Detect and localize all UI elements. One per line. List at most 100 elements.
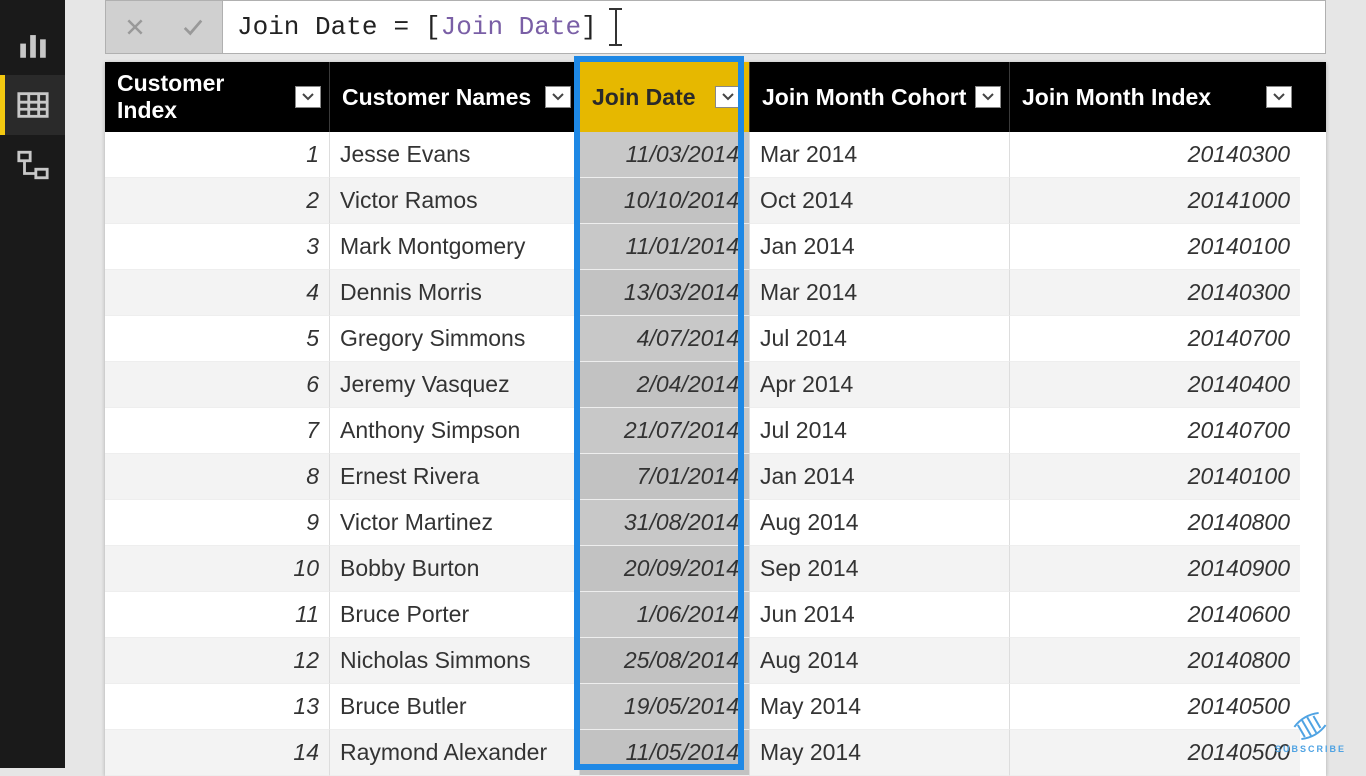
cell-join-month-cohort: Jan 2014 — [750, 224, 1010, 270]
subscribe-watermark: SUBSCRIBE — [1275, 711, 1346, 754]
cell-join-date: 2/04/2014 — [580, 362, 750, 408]
formula-measure-name: Join Date — [237, 12, 377, 42]
report-view-button[interactable] — [0, 15, 65, 75]
close-icon — [125, 17, 145, 37]
cell-customer-index: 6 — [105, 362, 330, 408]
cell-join-month-cohort: Oct 2014 — [750, 178, 1010, 224]
table-row[interactable]: 12Nicholas Simmons25/08/2014Aug 20142014… — [105, 638, 1326, 684]
cell-join-date: 1/06/2014 — [580, 592, 750, 638]
cell-join-date: 19/05/2014 — [580, 684, 750, 730]
column-header-label: Customer Names — [342, 84, 531, 111]
chevron-down-icon — [302, 93, 314, 101]
cell-customer-name: Ernest Rivera — [330, 454, 580, 500]
subscribe-label: SUBSCRIBE — [1275, 744, 1346, 754]
cell-customer-name: Nicholas Simmons — [330, 638, 580, 684]
cell-join-month-cohort: May 2014 — [750, 730, 1010, 776]
table-row[interactable]: 10Bobby Burton20/09/2014Sep 201420140900 — [105, 546, 1326, 592]
cell-customer-name: Jesse Evans — [330, 132, 580, 178]
column-header[interactable]: Join Date — [580, 62, 750, 132]
table-row[interactable]: 11Bruce Porter1/06/2014Jun 201420140600 — [105, 592, 1326, 638]
cell-customer-name: Anthony Simpson — [330, 408, 580, 454]
cell-join-month-cohort: Aug 2014 — [750, 500, 1010, 546]
data-table: Customer Index Customer Names Join Date Joi… — [105, 62, 1326, 776]
chevron-down-icon — [722, 93, 734, 101]
cell-join-month-index: 20140500 — [1010, 730, 1300, 776]
table-header-row: Customer Index Customer Names Join Date Joi… — [105, 62, 1326, 132]
table-body: 1Jesse Evans11/03/2014Mar 2014201403002 V… — [105, 132, 1326, 776]
cell-customer-index: 8 — [105, 454, 330, 500]
commit-formula-button[interactable] — [164, 1, 222, 53]
table-row[interactable]: 8Ernest Rivera7/01/2014Jan 201420140100 — [105, 454, 1326, 500]
cell-join-month-index: 20140100 — [1010, 224, 1300, 270]
table-row[interactable]: 3Mark Montgomery11/01/2014Jan 2014201401… — [105, 224, 1326, 270]
formula-input[interactable]: Join Date=[Join Date] — [222, 0, 1326, 54]
cell-join-date: 11/03/2014 — [580, 132, 750, 178]
cell-join-date: 10/10/2014 — [580, 178, 750, 224]
cell-join-month-index: 20140500 — [1010, 684, 1300, 730]
cell-join-month-index: 20140400 — [1010, 362, 1300, 408]
table-row[interactable]: 13Bruce Butler19/05/2014May 201420140500 — [105, 684, 1326, 730]
cell-customer-index: 7 — [105, 408, 330, 454]
cell-join-date: 13/03/2014 — [580, 270, 750, 316]
cell-customer-name: Raymond Alexander — [330, 730, 580, 776]
chevron-down-icon — [552, 93, 564, 101]
cell-join-month-cohort: Sep 2014 — [750, 546, 1010, 592]
table-row[interactable]: 2Victor Ramos10/10/2014Oct 201420141000 — [105, 178, 1326, 224]
cell-join-month-cohort: Jun 2014 — [750, 592, 1010, 638]
cell-join-month-index: 20140800 — [1010, 638, 1300, 684]
column-filter-button[interactable] — [715, 86, 741, 108]
chevron-down-icon — [1273, 93, 1285, 101]
formula-equals: = — [393, 12, 409, 42]
main-area: Join Date=[Join Date] Customer IndexCust… — [65, 0, 1366, 768]
cell-customer-name: Bruce Butler — [330, 684, 580, 730]
column-header-label: Join Month Index — [1022, 84, 1211, 111]
check-icon — [180, 16, 206, 38]
cell-customer-index: 9 — [105, 500, 330, 546]
cell-customer-index: 10 — [105, 546, 330, 592]
table-row[interactable]: 14Raymond Alexander11/05/2014May 2014201… — [105, 730, 1326, 776]
cell-customer-name: Dennis Morris — [330, 270, 580, 316]
cell-customer-name: Jeremy Vasquez — [330, 362, 580, 408]
cell-customer-name: Mark Montgomery — [330, 224, 580, 270]
formula-bar-buttons — [105, 0, 222, 54]
column-header[interactable]: Join Month Cohort — [750, 62, 1010, 132]
column-header[interactable]: Customer Names — [330, 62, 580, 132]
table-row[interactable]: 5Gregory Simmons4/07/2014Jul 20142014070… — [105, 316, 1326, 362]
column-header[interactable]: Join Month Index — [1010, 62, 1300, 132]
cell-customer-index: 13 — [105, 684, 330, 730]
table-row[interactable]: 4Dennis Morris13/03/2014Mar 201420140300 — [105, 270, 1326, 316]
cell-join-month-cohort: Jul 2014 — [750, 408, 1010, 454]
cell-join-month-index: 20140100 — [1010, 454, 1300, 500]
column-filter-button[interactable] — [295, 86, 321, 108]
table-row[interactable]: 1Jesse Evans11/03/2014Mar 201420140300 — [105, 132, 1326, 178]
cell-join-date: 11/01/2014 — [580, 224, 750, 270]
cell-join-month-cohort: Apr 2014 — [750, 362, 1010, 408]
cell-join-month-index: 20140900 — [1010, 546, 1300, 592]
cell-customer-index: 12 — [105, 638, 330, 684]
cell-join-date: 11/05/2014 — [580, 730, 750, 776]
cell-join-date: 21/07/2014 — [580, 408, 750, 454]
column-header-label: Join Month Cohort — [762, 84, 966, 111]
cell-join-month-index: 20140700 — [1010, 408, 1300, 454]
cell-customer-index: 4 — [105, 270, 330, 316]
table-row[interactable]: 6Jeremy Vasquez2/04/2014Apr 201420140400 — [105, 362, 1326, 408]
cell-customer-name: Victor Martinez — [330, 500, 580, 546]
cell-join-month-index: 20140300 — [1010, 132, 1300, 178]
column-header-label: Join Date — [592, 84, 696, 111]
cell-customer-index: 2 — [105, 178, 330, 224]
cell-join-month-cohort: Jan 2014 — [750, 454, 1010, 500]
table-row[interactable]: 9Victor Martinez31/08/2014Aug 2014201408… — [105, 500, 1326, 546]
column-header[interactable]: Customer Index — [105, 62, 330, 132]
column-filter-button[interactable] — [545, 86, 571, 108]
model-view-button[interactable] — [0, 135, 65, 195]
table-row[interactable]: 7Anthony Simpson21/07/2014Jul 2014201407… — [105, 408, 1326, 454]
cell-join-month-index: 20140800 — [1010, 500, 1300, 546]
formula-column-ref: Join Date — [441, 12, 581, 42]
column-filter-button[interactable] — [1266, 86, 1292, 108]
data-view-button[interactable] — [0, 75, 65, 135]
column-filter-button[interactable] — [975, 86, 1001, 108]
column-header-label: Customer Index — [117, 70, 287, 124]
cell-join-month-cohort: Aug 2014 — [750, 638, 1010, 684]
cancel-formula-button[interactable] — [106, 1, 164, 53]
cell-customer-index: 3 — [105, 224, 330, 270]
